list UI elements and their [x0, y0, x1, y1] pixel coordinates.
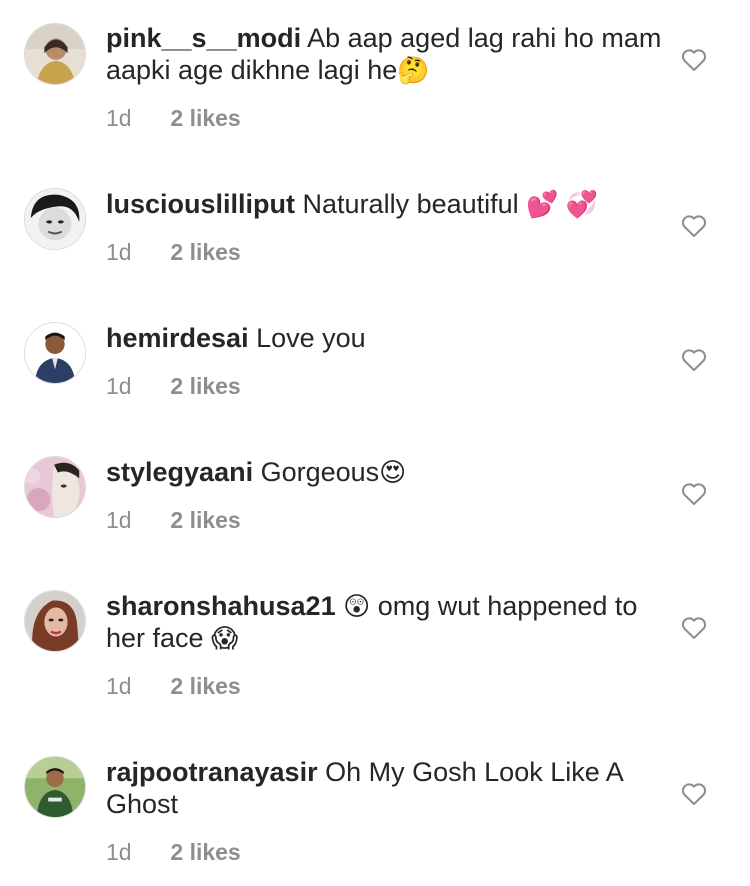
comment-username[interactable]: stylegyaani — [106, 457, 253, 487]
avatar[interactable] — [24, 456, 86, 518]
comment-body: Naturally beautiful — [302, 189, 519, 219]
comment-text: stylegyaani Gorgeous😍 — [106, 456, 666, 488]
heart-outline-icon — [681, 49, 707, 71]
avatar[interactable] — [24, 322, 86, 384]
comment-timestamp: 1d — [106, 373, 132, 399]
comment-username[interactable]: hemirdesai — [106, 323, 249, 353]
comment-username[interactable]: sharonshahusa21 — [106, 591, 336, 621]
avatar-photo-pink-s-modi — [25, 24, 85, 84]
comment-text: lusciouslilliput Naturally beautiful 💕 💞 — [106, 188, 666, 220]
comment-username[interactable]: rajpootranayasir — [106, 757, 318, 787]
like-button[interactable] — [681, 616, 707, 640]
like-button[interactable] — [681, 48, 707, 72]
comment-text: hemirdesai Love you — [106, 322, 666, 354]
comment-username[interactable]: lusciouslilliput — [106, 189, 295, 219]
avatar[interactable] — [24, 188, 86, 250]
comment-meta: 1d 2 likes — [106, 372, 241, 400]
avatar[interactable] — [24, 756, 86, 818]
comment-timestamp: 1d — [106, 839, 132, 865]
comment-meta: 1d 2 likes — [106, 672, 241, 700]
heart-outline-icon — [681, 215, 707, 237]
comment-text: sharonshahusa21 😲 omg wut happened to he… — [106, 590, 666, 654]
comment-meta: 1d 2 likes — [106, 238, 241, 266]
heart-eyes-emoji: 😍 — [379, 457, 407, 487]
screaming-face-emoji: 😱 — [211, 623, 239, 653]
comment-timestamp: 1d — [106, 507, 132, 533]
heart-outline-icon — [681, 349, 707, 371]
comment-timestamp: 1d — [106, 105, 132, 131]
comment-text: rajpootranayasir Oh My Gosh Look Like A … — [106, 756, 666, 820]
astonished-face-emoji: 😲 — [343, 591, 371, 621]
avatar[interactable] — [24, 590, 86, 652]
avatar-photo-sharonshahusa21 — [25, 591, 85, 651]
comment-body: Love you — [256, 323, 366, 353]
comment-likes-count[interactable]: 2 likes — [170, 673, 240, 699]
comment-meta: 1d 2 likes — [106, 104, 241, 132]
comment-likes-count[interactable]: 2 likes — [170, 239, 240, 265]
avatar-photo-rajpootranayasir — [25, 757, 85, 817]
heart-outline-icon — [681, 483, 707, 505]
heart-outline-icon — [681, 617, 707, 639]
comment-timestamp: 1d — [106, 673, 132, 699]
avatar[interactable] — [24, 23, 86, 85]
like-button[interactable] — [681, 348, 707, 372]
comment-timestamp: 1d — [106, 239, 132, 265]
comment-meta: 1d 2 likes — [106, 838, 241, 866]
like-button[interactable] — [681, 482, 707, 506]
heart-outline-icon — [681, 783, 707, 805]
avatar-photo-stylegyaani — [25, 457, 85, 517]
comment-likes-count[interactable]: 2 likes — [170, 105, 240, 131]
avatar-photo-hemirdesai — [25, 323, 85, 383]
comment-likes-count[interactable]: 2 likes — [170, 507, 240, 533]
hearts-emoji: 💕 💞 — [526, 189, 599, 219]
comment-username[interactable]: pink__s__modi — [106, 23, 301, 53]
avatar-photo-lusciouslilliput — [25, 189, 85, 249]
comment-likes-count[interactable]: 2 likes — [170, 373, 240, 399]
like-button[interactable] — [681, 214, 707, 238]
thinking-face-emoji: 🤔 — [397, 55, 430, 85]
comment-body: Gorgeous — [260, 457, 380, 487]
comment-text: pink__s__modi Ab aap aged lag rahi ho ma… — [106, 22, 666, 86]
comment-meta: 1d 2 likes — [106, 506, 241, 534]
like-button[interactable] — [681, 782, 707, 806]
comment-likes-count[interactable]: 2 likes — [170, 839, 240, 865]
